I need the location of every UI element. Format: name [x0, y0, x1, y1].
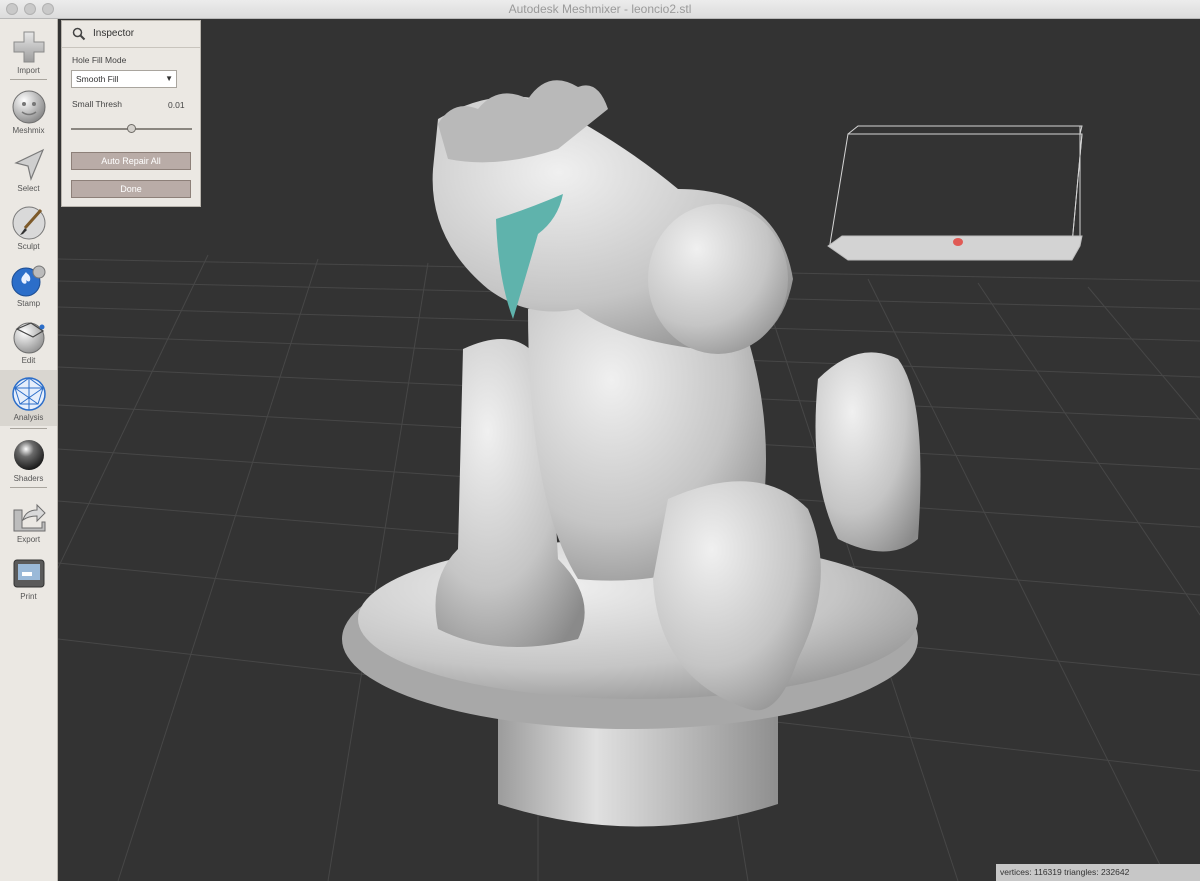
inspector-title: Inspector	[93, 28, 135, 39]
main-toolbar: Import Meshmix Select Sculpt Stamp Edit …	[0, 19, 58, 881]
arrow-cursor-icon	[13, 148, 44, 181]
model-position-marker	[953, 238, 963, 246]
hole-fill-mode-value: Smooth Fill	[76, 74, 119, 84]
tool-analysis[interactable]: Analysis	[0, 370, 57, 426]
3d-viewport[interactable]	[58, 19, 1200, 881]
viewport-scene	[58, 80, 1200, 881]
tool-edit-label: Edit	[21, 356, 36, 365]
tool-sculpt[interactable]: Sculpt	[0, 199, 57, 255]
tool-shaders[interactable]: Shaders	[0, 431, 57, 487]
auto-repair-all-button[interactable]: Auto Repair All	[71, 152, 191, 170]
small-thresh-slider-thumb[interactable]	[127, 124, 136, 133]
tool-meshmix-label: Meshmix	[12, 126, 45, 135]
tool-import[interactable]: Import	[0, 23, 57, 79]
tool-meshmix[interactable]: Meshmix	[0, 83, 57, 139]
done-button[interactable]: Done	[71, 180, 191, 198]
brush-icon	[12, 206, 45, 240]
tool-export[interactable]: Export	[0, 492, 57, 548]
toolbar-divider	[10, 487, 47, 488]
tool-sculpt-label: Sculpt	[17, 242, 40, 251]
meshmix-face-icon	[12, 90, 45, 124]
tool-export-label: Export	[16, 535, 41, 544]
hole-fill-mode-select[interactable]: Smooth Fill ▼	[71, 70, 177, 88]
edit-icon	[13, 322, 44, 354]
plus-icon	[13, 31, 44, 63]
magnifier-icon	[72, 27, 86, 41]
tool-import-label: Import	[17, 66, 40, 75]
tool-print[interactable]: Print	[0, 549, 57, 605]
tool-shaders-label: Shaders	[13, 474, 44, 483]
analysis-mesh-icon	[11, 377, 46, 411]
inspector-panel: Inspector Hole Fill Mode Smooth Fill ▼ S…	[61, 20, 201, 207]
chevron-down-icon: ▼	[165, 74, 173, 83]
tool-analysis-label: Analysis	[13, 413, 44, 422]
tool-stamp[interactable]: Stamp	[0, 256, 57, 312]
export-icon	[13, 503, 46, 532]
small-thresh-value: 0.01	[168, 100, 185, 110]
hole-fill-mode-label: Hole Fill Mode	[72, 55, 127, 65]
printer-icon	[13, 559, 44, 588]
small-thresh-label: Small Thresh	[72, 99, 122, 109]
mesh-stats-status: vertices: 116319 triangles: 232642	[996, 864, 1200, 881]
inspector-header: Inspector	[62, 21, 200, 48]
tool-edit[interactable]: Edit	[0, 313, 57, 369]
toolbar-divider	[10, 79, 47, 80]
stamp-icon	[11, 265, 45, 297]
tool-select-label: Select	[17, 184, 40, 193]
toolbar-divider	[10, 428, 47, 429]
printer-build-volume	[829, 125, 1083, 245]
mesh-model[interactable]	[342, 80, 921, 827]
window-title: Autodesk Meshmixer - leoncio2.stl	[508, 2, 692, 16]
shader-sphere-icon	[13, 440, 44, 470]
tool-stamp-label: Stamp	[16, 299, 41, 308]
window-titlebar: Autodesk Meshmixer - leoncio2.stl	[0, 0, 1200, 19]
tool-print-label: Print	[20, 592, 37, 601]
tool-select[interactable]: Select	[0, 141, 57, 197]
